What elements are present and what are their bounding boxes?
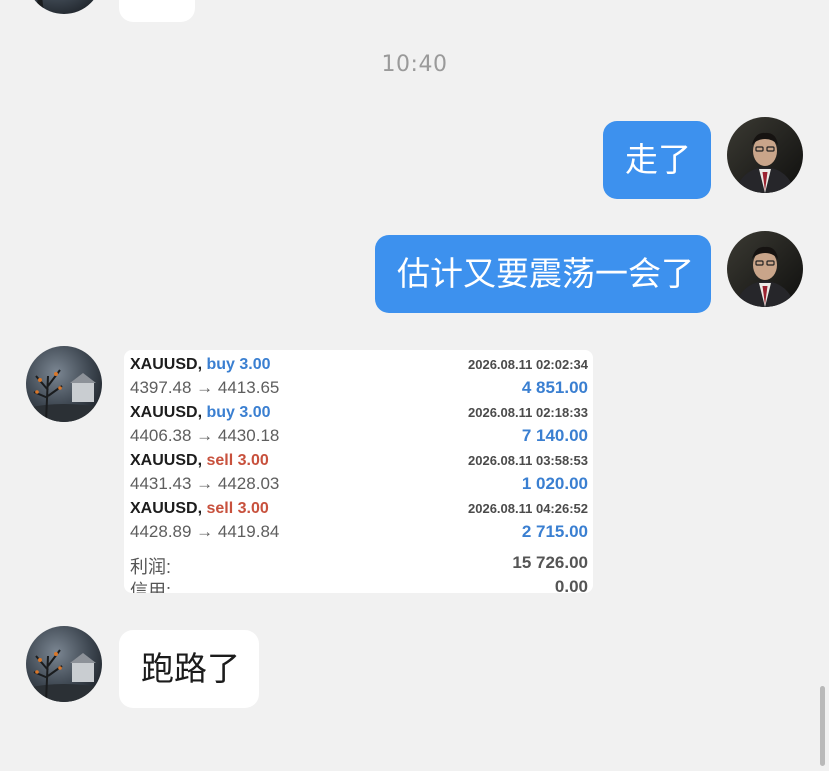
trade-time: 2026.08.11 03:58:53 [468,453,588,468]
trade-row: XAUUSD, buy 3.00 2026.08.11 02:18:33 440… [130,400,588,448]
trade-time: 2026.08.11 02:02:34 [468,357,588,372]
trade-side: buy 3.00 [206,404,271,421]
trade-profit: 4 851.00 [521,378,588,397]
trade-prices: 4428.89 → 4419.84 [130,522,280,541]
credit-label: 信用: [130,581,172,593]
incoming-message-bubble-partial[interactable] [119,0,195,22]
scrollbar-thumb[interactable] [820,686,825,766]
trade-row: XAUUSD, buy 3.00 2026.08.11 02:02:34 439… [130,352,588,400]
trade-profit: 7 140.00 [521,426,588,445]
contact-avatar-icon[interactable] [26,626,102,702]
trade-side: sell 3.00 [206,452,269,469]
profit-label: 利润: [130,557,172,577]
trade-report-image[interactable]: XAUUSD, buy 3.00 2026.08.11 02:02:34 439… [124,350,593,593]
trade-symbol: XAUUSD, [130,404,203,421]
outgoing-message-bubble[interactable]: 估计又要震荡一会了 [375,235,711,313]
contact-avatar-icon[interactable] [26,346,102,422]
message-text: 跑路了 [141,649,240,688]
message-text: 走了 [625,140,691,179]
profit-value: 15 726.00 [512,553,588,572]
trade-row: XAUUSD, sell 3.00 2026.08.11 03:58:53 44… [130,448,588,496]
trade-time: 2026.08.11 02:18:33 [468,405,588,420]
trade-symbol: XAUUSD, [130,500,203,517]
self-avatar-icon[interactable] [727,117,803,193]
trade-row: XAUUSD, sell 3.00 2026.08.11 04:26:52 44… [130,496,588,544]
trade-prices: 4431.43 → 4428.03 [130,474,280,493]
trade-symbol: XAUUSD, [130,452,203,469]
trade-prices: 4397.48 → 4413.65 [130,378,280,397]
self-avatar-icon[interactable] [727,231,803,307]
trade-time: 2026.08.11 04:26:52 [468,501,588,516]
trade-prices: 4406.38 → 4430.18 [130,426,280,445]
message-text: 估计又要震荡一会了 [397,254,694,293]
credit-value: 0.00 [554,577,588,593]
trade-symbol: XAUUSD, [130,356,203,373]
trade-profit: 1 020.00 [521,474,588,493]
trade-side: sell 3.00 [206,500,269,517]
summary-credit-row: 信用: 0.00 [130,577,588,593]
trade-side: buy 3.00 [206,356,271,373]
incoming-message-bubble[interactable]: 跑路了 [119,630,259,708]
message-timestamp: 10:40 [381,52,448,77]
trade-profit: 2 715.00 [521,522,588,541]
summary-profit-row: 利润: 15 726.00 [130,553,588,577]
contact-avatar-icon[interactable] [26,0,102,14]
outgoing-message-bubble[interactable]: 走了 [603,121,711,199]
